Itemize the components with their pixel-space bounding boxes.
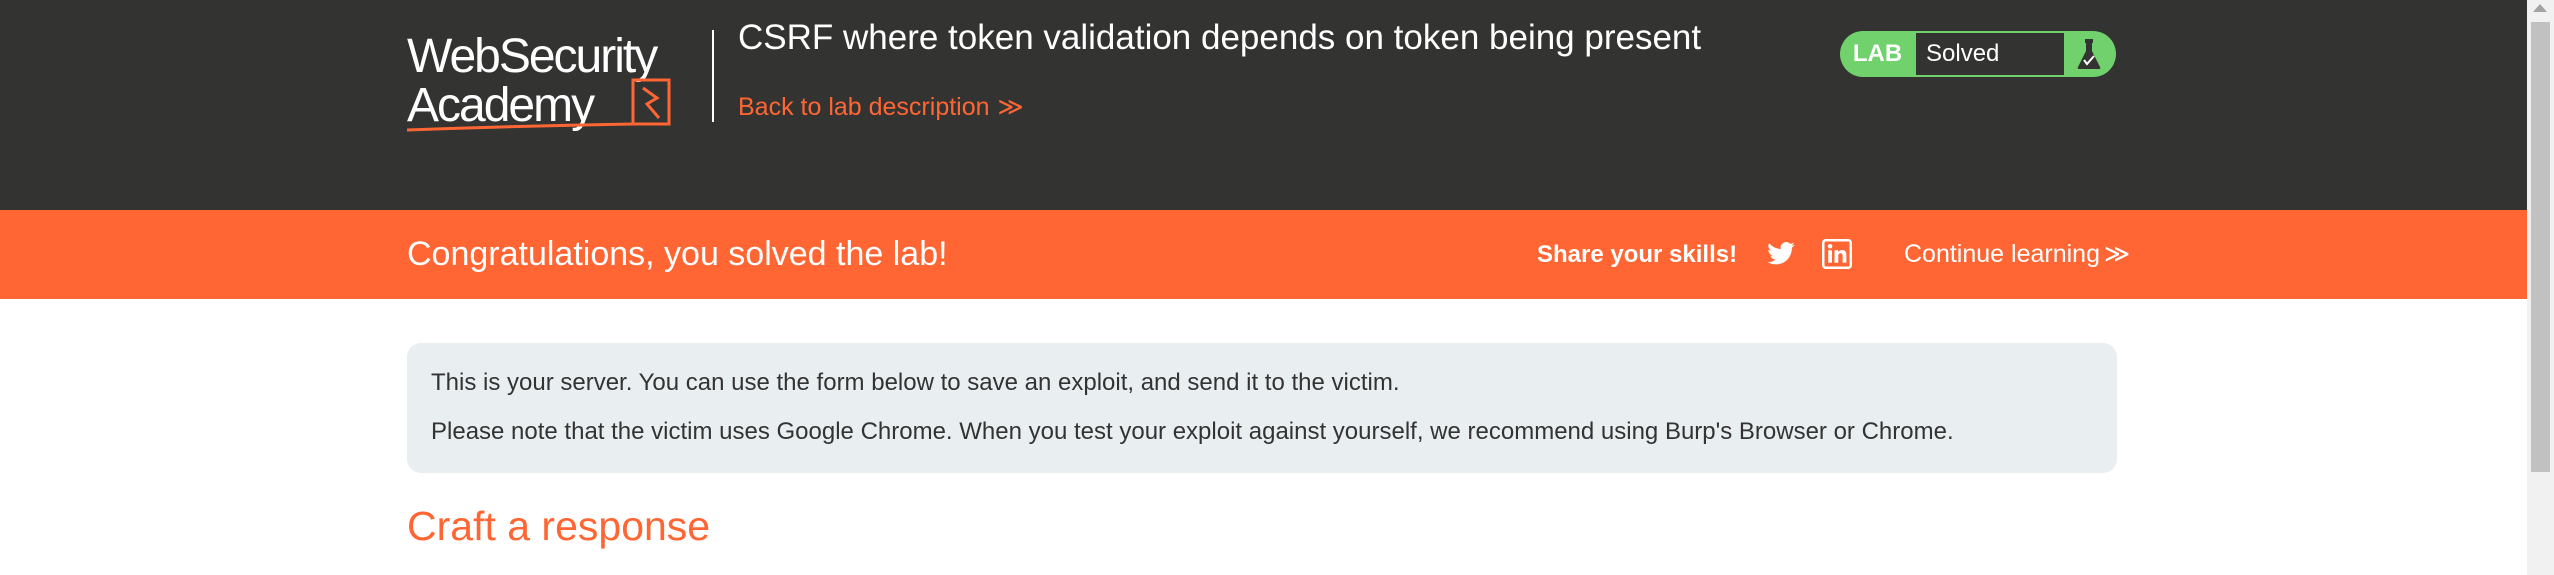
linkedin-icon[interactable]	[1822, 239, 1852, 269]
chevron-right-icon: ≫	[997, 93, 1024, 121]
share-skills-label: Share your skills!	[1537, 241, 1738, 268]
chevron-right-icon: ≫	[2103, 240, 2130, 268]
scroll-up-arrow-icon[interactable]	[2533, 4, 2547, 12]
continue-learning-label: Continue learning	[1904, 240, 2100, 268]
server-info-text: This is your server. You can use the for…	[431, 369, 1400, 396]
solved-banner: Congratulations, you solved the lab! Sha…	[0, 210, 2527, 299]
back-to-lab-description-link[interactable]: Back to lab description ≫	[738, 92, 1024, 122]
craft-response-heading: Craft a response	[407, 503, 711, 549]
status-value: Solved	[1926, 40, 2000, 67]
header-divider	[712, 30, 714, 122]
browser-note-text: Please note that the victim uses Google …	[431, 418, 1954, 445]
vertical-scrollbar[interactable]	[2527, 0, 2554, 575]
web-security-academy-logo[interactable]: WebSecurity Academy	[407, 26, 707, 138]
flask-icon	[2064, 33, 2114, 75]
status-value-box: Solved	[1916, 33, 2064, 75]
lab-tag: LAB	[1852, 40, 1903, 67]
lab-status-widget: LAB Solved	[1840, 31, 2116, 77]
scrollbar-thumb[interactable]	[2531, 22, 2550, 472]
header: WebSecurity Academy CSRF where token val…	[0, 0, 2527, 210]
twitter-icon[interactable]	[1766, 239, 1796, 269]
back-link-label: Back to lab description	[738, 93, 990, 121]
lab-title: CSRF where token validation depends on t…	[738, 18, 1702, 57]
continue-learning-link[interactable]: Continue learning ≫	[1904, 210, 2130, 299]
congratulations-message: Congratulations, you solved the lab!	[407, 235, 948, 273]
logo-text-line1: WebSecurity	[407, 30, 658, 83]
server-info-box: This is your server. You can use the for…	[407, 343, 2117, 473]
